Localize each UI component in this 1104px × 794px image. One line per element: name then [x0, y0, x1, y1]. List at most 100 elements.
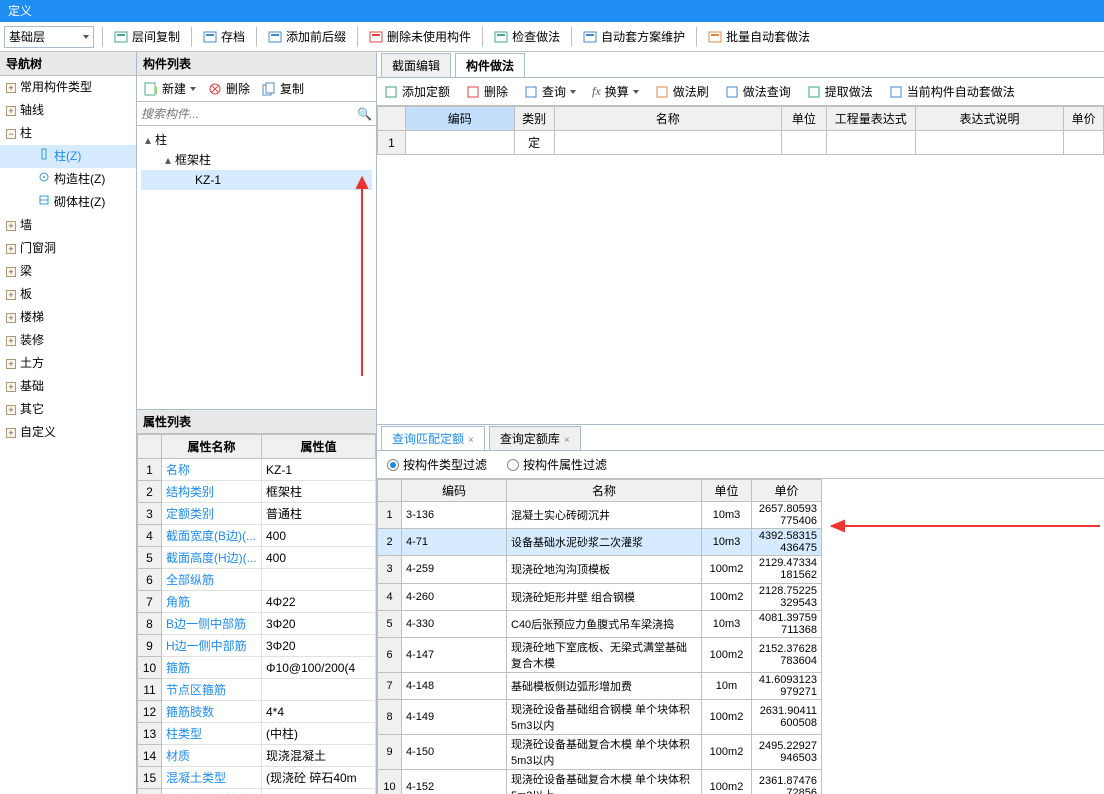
- prop-row[interactable]: 13柱类型(中柱): [138, 723, 376, 745]
- copy-button[interactable]: 复制: [259, 78, 307, 100]
- tree-leaf[interactable]: KZ-1: [141, 170, 372, 190]
- filter-by-type[interactable]: 按构件类型过滤: [387, 456, 487, 473]
- toolbar-button[interactable]: 检查做法: [491, 26, 563, 48]
- prop-row[interactable]: 16混凝土强度等级(C35): [138, 789, 376, 794]
- result-row[interactable]: 94-150现浇砼设备基础复合木模 单个块体积5m3以内100m22495.22…: [378, 735, 822, 770]
- method-tb-button[interactable]: 做法查询: [722, 81, 794, 103]
- result-row[interactable]: 84-149现浇砼设备基础组合钢模 单个块体积5m3以内100m22631.90…: [378, 700, 822, 735]
- close-icon[interactable]: ×: [564, 435, 570, 446]
- toolbar-button[interactable]: 添加前后缀: [265, 26, 349, 48]
- tab-quota-lib[interactable]: 查询定额库×: [489, 426, 581, 450]
- expand-icon[interactable]: +: [6, 359, 16, 369]
- method-tb-button[interactable]: 做法刷: [652, 81, 712, 103]
- prop-row[interactable]: 4截面宽度(B边)(...400: [138, 525, 376, 547]
- expand-icon[interactable]: +: [6, 382, 16, 392]
- expand-icon[interactable]: +: [6, 428, 16, 438]
- nav-subitem[interactable]: 构造柱(Z): [0, 168, 136, 191]
- nav-item[interactable]: +门窗洞: [0, 237, 136, 260]
- expand-icon[interactable]: +: [6, 221, 16, 231]
- prop-row[interactable]: 7角筋4Φ22: [138, 591, 376, 613]
- prop-row[interactable]: 12箍筋肢数4*4: [138, 701, 376, 723]
- prop-row[interactable]: 15混凝土类型(现浇砼 碎石40m: [138, 767, 376, 789]
- annotation-arrow-icon: [355, 176, 369, 376]
- expand-icon[interactable]: +: [6, 244, 16, 254]
- nav-subitem[interactable]: 柱(Z): [0, 145, 136, 168]
- nav-item[interactable]: +装修: [0, 329, 136, 352]
- prop-row[interactable]: 5截面高度(H边)(...400: [138, 547, 376, 569]
- tab-match-quota[interactable]: 查询匹配定额×: [381, 426, 485, 450]
- nav-item[interactable]: +自定义: [0, 421, 136, 444]
- method-tb-button[interactable]: 查询: [521, 81, 579, 103]
- prop-row[interactable]: 1名称KZ-1: [138, 459, 376, 481]
- nav-subitem[interactable]: 砌体柱(Z): [0, 191, 136, 214]
- tree-sub[interactable]: ▴框架柱: [141, 150, 372, 170]
- annotation-arrow-icon: [830, 518, 1100, 534]
- prop-row[interactable]: 8B边一侧中部筋3Φ20: [138, 613, 376, 635]
- prop-row[interactable]: 11节点区箍筋: [138, 679, 376, 701]
- property-panel: 属性列表 属性名称属性值 1名称KZ-12结构类别框架柱3定额类别普通柱4截面宽…: [137, 409, 376, 794]
- result-row[interactable]: 74-148基础模板侧边弧形增加费10m41.6093123979271: [378, 672, 822, 699]
- close-icon[interactable]: ×: [468, 435, 474, 446]
- expand-icon[interactable]: +: [6, 83, 16, 93]
- prop-row[interactable]: 3定额类别普通柱: [138, 503, 376, 525]
- prop-row[interactable]: 9H边一侧中部筋3Φ20: [138, 635, 376, 657]
- nav-item[interactable]: +常用构件类型: [0, 76, 136, 99]
- method-tb-button[interactable]: 删除: [463, 81, 511, 103]
- expand-icon[interactable]: +: [6, 313, 16, 323]
- nav-item[interactable]: +板: [0, 283, 136, 306]
- chevron-down-icon: [633, 90, 639, 94]
- layer-dropdown[interactable]: 基础层: [4, 26, 94, 48]
- result-table: 编码名称单位单价 13-136混凝土实心砖砌沉井10m32657.8059377…: [377, 479, 822, 794]
- method-tb-button[interactable]: fx 换算: [589, 81, 642, 103]
- result-row[interactable]: 64-147现浇砼地下室底板、无梁式满堂基础复合木模100m22152.3762…: [378, 637, 822, 672]
- expand-icon[interactable]: −: [6, 129, 16, 139]
- tab-section-edit[interactable]: 截面编辑: [381, 53, 451, 77]
- search-icon[interactable]: 🔍: [357, 107, 372, 121]
- method-tb-button[interactable]: 添加定额: [381, 81, 453, 103]
- delete-button[interactable]: 删除: [205, 78, 253, 100]
- component-panel: 构件列表 新建 删除 复制 🔍 ▴柱 ▴框架柱 KZ-1 属性列表 属性名称属性…: [137, 52, 377, 794]
- method-tb-button[interactable]: 提取做法: [804, 81, 876, 103]
- toolbar-button[interactable]: 批量自动套做法: [705, 26, 813, 48]
- nav-item[interactable]: +其它: [0, 398, 136, 421]
- expand-icon[interactable]: +: [6, 405, 16, 415]
- result-row[interactable]: 104-152现浇砼设备基础复合木模 单个块体积5m3以上100m22361.8…: [378, 770, 822, 794]
- property-table: 属性名称属性值 1名称KZ-12结构类别框架柱3定额类别普通柱4截面宽度(B边)…: [137, 434, 376, 794]
- prop-row[interactable]: 2结构类别框架柱: [138, 481, 376, 503]
- tree-root[interactable]: ▴柱: [141, 130, 372, 150]
- pillar-icon: [38, 145, 50, 168]
- result-row[interactable]: 24-71设备基础水泥砂浆二次灌浆10m34392.58315436475: [378, 529, 822, 556]
- toolbar-button[interactable]: 存档: [200, 26, 248, 48]
- prop-row[interactable]: 14材质现浇混凝土: [138, 745, 376, 767]
- masonry-icon: [38, 191, 50, 214]
- method-tb-button[interactable]: 当前构件自动套做法: [886, 81, 1018, 103]
- result-row[interactable]: 54-330C40后张预应力鱼腹式吊车梁浇捣10m34081.397597113…: [378, 610, 822, 637]
- nav-item[interactable]: +梁: [0, 260, 136, 283]
- new-button[interactable]: 新建: [141, 78, 199, 100]
- toolbar-button[interactable]: 自动套方案维护: [580, 26, 688, 48]
- toolbar-button[interactable]: 层间复制: [111, 26, 183, 48]
- nav-panel: 导航树 +常用构件类型+轴线−柱柱(Z)构造柱(Z)砌体柱(Z)+墙+门窗洞+梁…: [0, 52, 137, 794]
- result-row[interactable]: 44-260现浇砼矩形井壁 组合钢模100m22128.75225329543: [378, 583, 822, 610]
- expand-icon[interactable]: +: [6, 290, 16, 300]
- filter-by-prop[interactable]: 按构件属性过滤: [507, 456, 607, 473]
- nav-item[interactable]: −柱: [0, 122, 136, 145]
- expand-icon[interactable]: +: [6, 106, 16, 116]
- tab-method[interactable]: 构件做法: [455, 53, 525, 77]
- expand-icon[interactable]: +: [6, 336, 16, 346]
- expand-icon[interactable]: +: [6, 267, 16, 277]
- grid-row[interactable]: 1 定: [378, 131, 1104, 155]
- nav-item[interactable]: +楼梯: [0, 306, 136, 329]
- prop-row[interactable]: 6全部纵筋: [138, 569, 376, 591]
- prop-row[interactable]: 10箍筋Φ10@100/200(4: [138, 657, 376, 679]
- nav-item[interactable]: +基础: [0, 375, 136, 398]
- chevron-down-icon: [570, 90, 576, 94]
- chevron-down-icon: [83, 35, 89, 39]
- nav-item[interactable]: +土方: [0, 352, 136, 375]
- result-row[interactable]: 13-136混凝土实心砖砌沉井10m32657.80593775406: [378, 502, 822, 529]
- nav-item[interactable]: +墙: [0, 214, 136, 237]
- toolbar-button[interactable]: 删除未使用构件: [366, 26, 474, 48]
- search-input[interactable]: [141, 107, 357, 121]
- result-row[interactable]: 34-259现浇砼地沟沟顶模板100m22129.47334181562: [378, 556, 822, 583]
- nav-item[interactable]: +轴线: [0, 99, 136, 122]
